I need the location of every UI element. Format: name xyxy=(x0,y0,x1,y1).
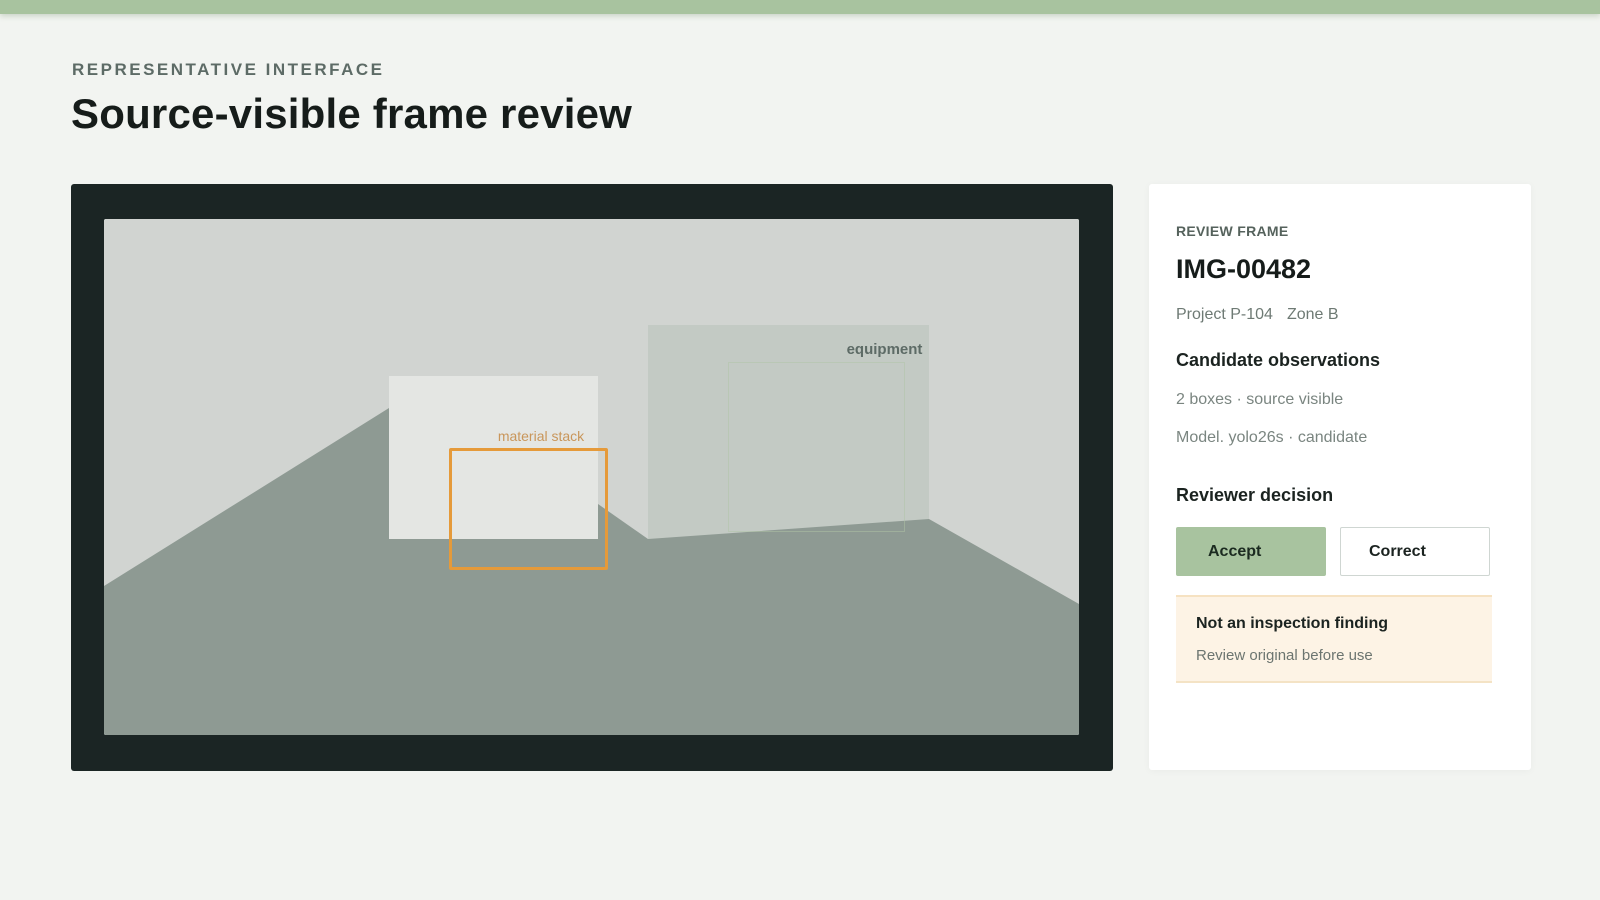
notice-text: Review original before use xyxy=(1196,647,1373,664)
image-viewer[interactable]: equipment material stack xyxy=(71,184,1113,771)
accept-button[interactable]: Accept xyxy=(1176,527,1326,576)
page-eyebrow: REPRESENTATIVE INTERFACE xyxy=(72,60,385,79)
review-panel: REVIEW FRAME IMG-00482 Project P-104 Zone… xyxy=(1149,184,1531,770)
page-title: Source-visible frame review xyxy=(71,90,632,137)
model-line: Model. yolo26s · candidate xyxy=(1176,429,1368,446)
bbox-label-material: material stack xyxy=(497,428,585,444)
warning-notice: Not an inspection finding Review origina… xyxy=(1176,595,1492,683)
project-label: Project P-104 xyxy=(1176,306,1273,323)
bbox-equipment[interactable] xyxy=(728,362,905,532)
zone-label: Zone B xyxy=(1286,306,1339,323)
bbox-label-equipment: equipment xyxy=(846,341,923,358)
top-accent-bar xyxy=(0,0,1600,14)
observation-summary: 2 boxes · source visible xyxy=(1176,391,1344,408)
frame-id: IMG-00482 xyxy=(1176,254,1312,284)
decision-heading: Reviewer decision xyxy=(1176,485,1334,505)
frame-image[interactable]: equipment material stack xyxy=(104,219,1079,735)
bbox-material-candidate[interactable] xyxy=(449,448,608,570)
frame-meta: Project P-104 Zone B xyxy=(1176,306,1339,324)
observations-heading: Candidate observations xyxy=(1176,350,1381,370)
correct-button[interactable]: Correct xyxy=(1340,527,1490,576)
notice-title: Not an inspection finding xyxy=(1196,615,1388,632)
panel-eyebrow: REVIEW FRAME xyxy=(1176,223,1289,239)
